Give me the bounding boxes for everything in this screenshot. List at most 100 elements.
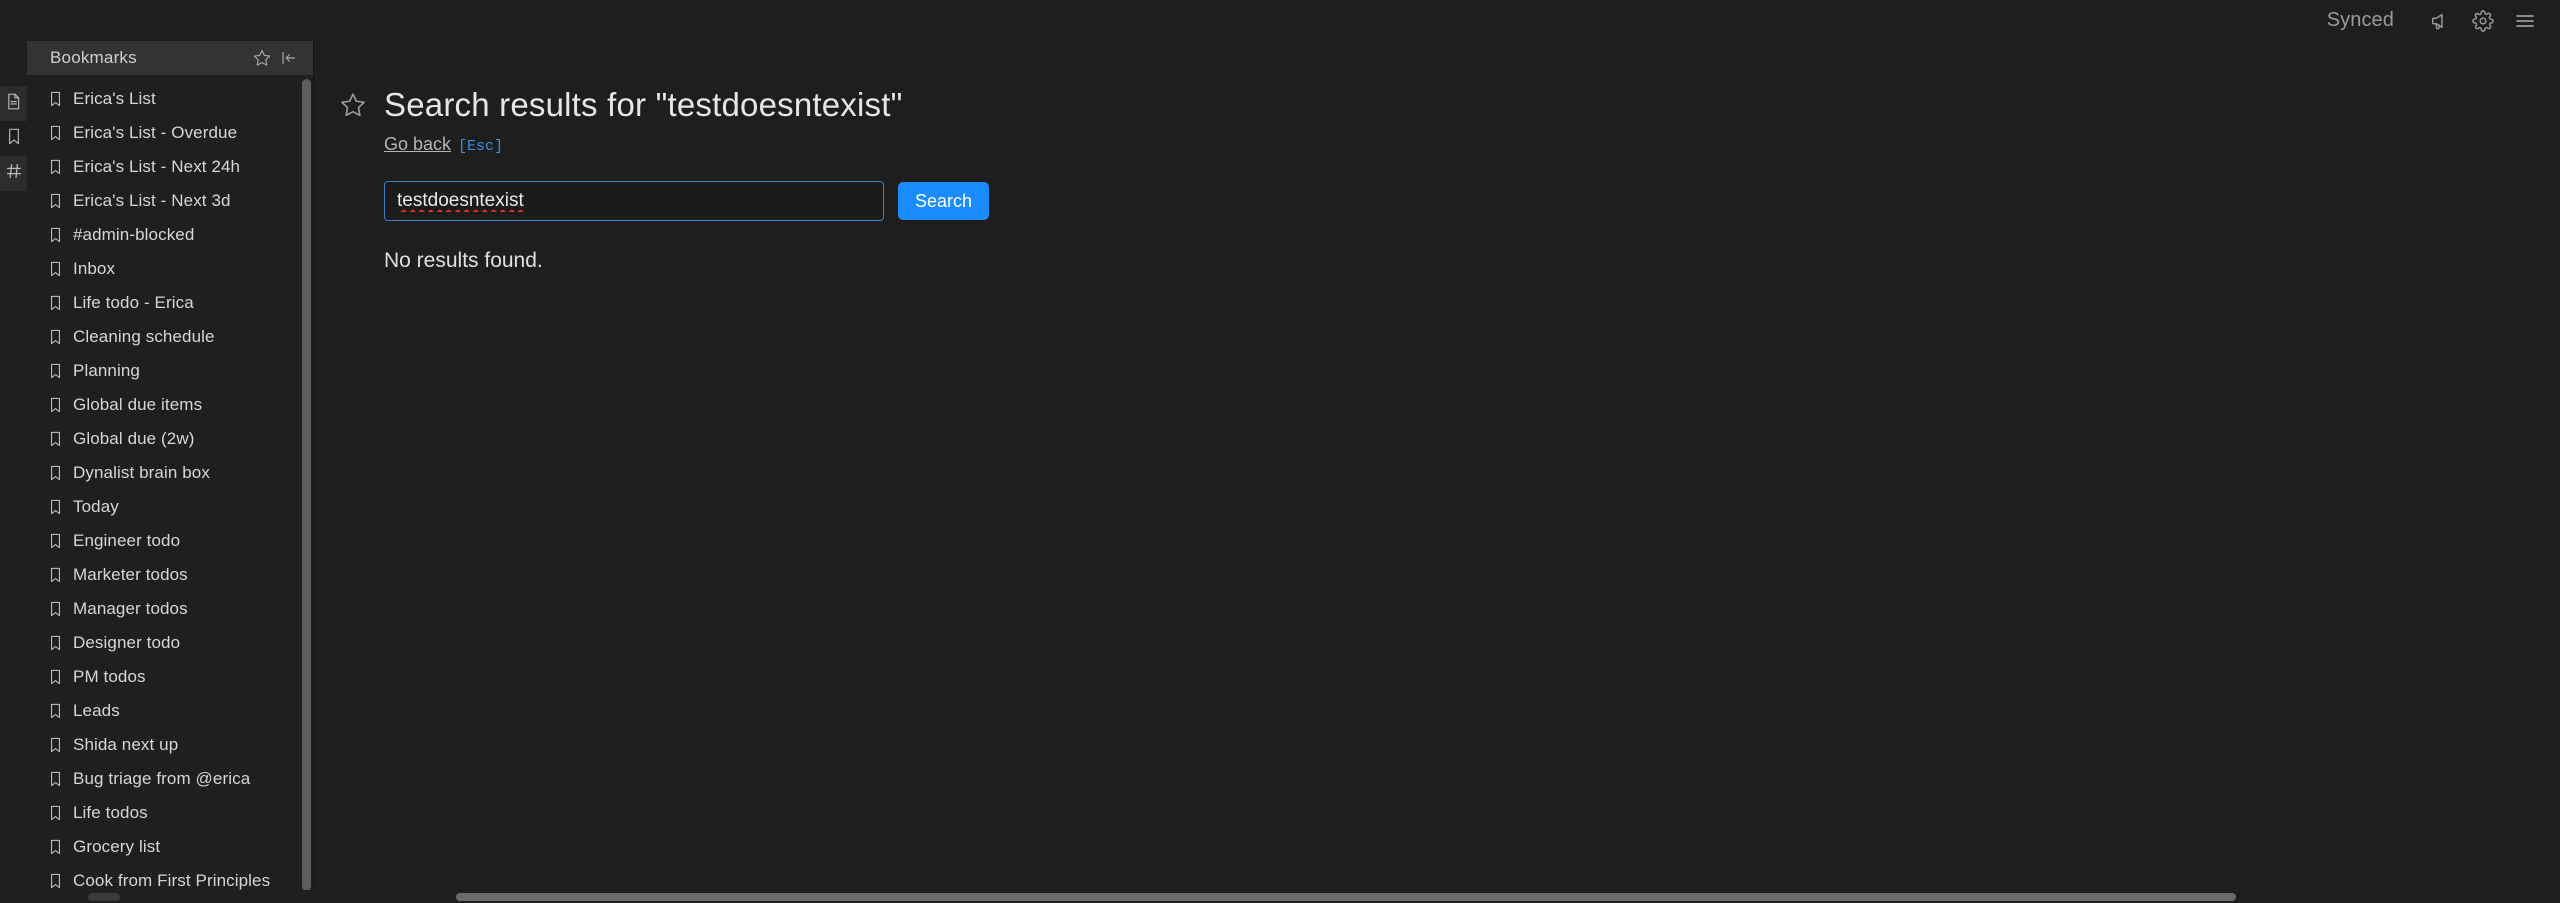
- bookmark-icon: [7, 128, 21, 150]
- bookmark-icon: [45, 91, 65, 107]
- bookmark-icon: [45, 193, 65, 209]
- sidebar-vertical-scrollbar-thumb[interactable]: [302, 79, 311, 891]
- bookmark-icon: [45, 669, 65, 685]
- bookmark-item-label: Bug triage from @erica: [73, 769, 251, 788]
- bookmark-list-item[interactable]: Engineer todo: [27, 524, 299, 558]
- bookmark-icon: [45, 737, 65, 753]
- bookmark-icon: [45, 533, 65, 549]
- bookmark-item-label: Leads: [73, 701, 120, 720]
- page-title-row: Search results for "testdoesntexist": [338, 86, 2560, 124]
- bookmark-item-label: Marketer todos: [73, 565, 188, 584]
- bookmark-item-label: Life todos: [73, 803, 148, 822]
- star-icon[interactable]: [338, 90, 368, 120]
- search-input[interactable]: [384, 181, 884, 221]
- bookmark-icon: [45, 635, 65, 651]
- bookmark-list-item[interactable]: Leads: [27, 694, 299, 728]
- main-content: Search results for "testdoesntexist" Go …: [314, 41, 2560, 903]
- bookmark-list-item[interactable]: Shida next up: [27, 728, 299, 762]
- star-icon[interactable]: [249, 45, 275, 71]
- search-button[interactable]: Search: [898, 182, 990, 220]
- rail-bookmark-icon-button[interactable]: [0, 121, 27, 156]
- bookmark-list-item[interactable]: Erica's List - Overdue: [27, 116, 299, 150]
- bookmark-list-item[interactable]: Grocery list: [27, 830, 299, 864]
- bookmark-item-label: Erica's List - Next 24h: [73, 157, 241, 176]
- bookmark-list-item[interactable]: Planning: [27, 354, 299, 388]
- hash-tag-icon: [6, 163, 22, 184]
- sidebar-vertical-scrollbar-track[interactable]: [299, 75, 313, 903]
- bookmark-item-label: Erica's List - Next 3d: [73, 191, 231, 210]
- hamburger-menu-icon[interactable]: [2508, 4, 2542, 38]
- bookmarks-sidebar: Bookmarks Erica's List Erica's List - Ove…: [27, 41, 314, 903]
- bookmark-list-item[interactable]: Life todos: [27, 796, 299, 830]
- bookmark-icon: [45, 771, 65, 787]
- rail-document-icon-button[interactable]: [0, 86, 27, 121]
- bookmark-icon: [45, 567, 65, 583]
- bookmark-list-item[interactable]: Cleaning schedule: [27, 320, 299, 354]
- bookmark-item-label: Manager todos: [73, 599, 188, 618]
- bookmark-icon: [45, 329, 65, 345]
- bookmark-icon: [45, 839, 65, 855]
- page-title: Search results for "testdoesntexist": [384, 86, 903, 123]
- bookmark-list-item[interactable]: #admin-blocked: [27, 218, 299, 252]
- bookmark-item-label: Global due (2w): [73, 429, 195, 448]
- go-back-link[interactable]: Go back: [384, 134, 451, 155]
- bookmark-icon: [45, 465, 65, 481]
- bookmark-item-label: Shida next up: [73, 735, 179, 754]
- sidebar-horizontal-scrollbar-thumb[interactable]: [88, 893, 120, 901]
- bookmark-icon: [45, 431, 65, 447]
- bookmark-icon: [45, 397, 65, 413]
- bookmark-list-item[interactable]: Marketer todos: [27, 558, 299, 592]
- sidebar-title: Bookmarks: [50, 48, 137, 67]
- main-horizontal-scrollbar-thumb[interactable]: [456, 893, 2236, 901]
- bookmark-list-item[interactable]: Erica's List: [27, 82, 299, 116]
- bookmark-icon: [45, 227, 65, 243]
- bookmark-item-label: Dynalist brain box: [73, 463, 210, 482]
- top-bar: Synced: [0, 0, 2560, 41]
- sidebar-horizontal-scrollbar-track[interactable]: [27, 890, 314, 903]
- gear-icon[interactable]: [2466, 4, 2500, 38]
- bookmark-list-item[interactable]: Bug triage from @erica: [27, 762, 299, 796]
- bookmark-list-item[interactable]: Today: [27, 490, 299, 524]
- empty-state-message: No results found.: [384, 249, 543, 272]
- bookmark-list-item[interactable]: Global due items: [27, 388, 299, 422]
- bookmark-item-label: Global due items: [73, 395, 203, 414]
- sidebar-body: Erica's List Erica's List - Overdue Erica'…: [27, 75, 313, 903]
- document-icon: [6, 93, 21, 115]
- bookmark-item-label: Erica's List - Overdue: [73, 123, 238, 142]
- rail-hashtag-icon-button[interactable]: [0, 156, 27, 191]
- bookmark-item-label: Planning: [73, 361, 140, 380]
- bookmark-list-item[interactable]: Dynalist brain box: [27, 456, 299, 490]
- sync-status-label: Synced: [2326, 9, 2394, 31]
- bookmark-icon: [45, 125, 65, 141]
- bookmark-icon: [45, 159, 65, 175]
- bookmark-list-item[interactable]: Life todo - Erica: [27, 286, 299, 320]
- bookmark-item-label: Engineer todo: [73, 531, 181, 550]
- search-row: Search: [338, 181, 2560, 221]
- bookmark-icon: [45, 873, 65, 889]
- bookmark-item-label: Grocery list: [73, 837, 161, 856]
- bookmark-list-item[interactable]: Inbox: [27, 252, 299, 286]
- bookmark-list-item[interactable]: Manager todos: [27, 592, 299, 626]
- megaphone-icon[interactable]: [2424, 4, 2458, 38]
- bookmark-icon: [45, 261, 65, 277]
- collapse-panel-icon[interactable]: [275, 45, 301, 71]
- bookmark-icon: [45, 363, 65, 379]
- bookmark-list-item[interactable]: Designer todo: [27, 626, 299, 660]
- bookmark-list-item[interactable]: Erica's List - Next 3d: [27, 184, 299, 218]
- left-icon-rail: [0, 41, 27, 903]
- go-back-row: Go back [Esc]: [338, 134, 2560, 155]
- bookmark-item-label: Erica's List: [73, 89, 156, 108]
- bookmark-list-item[interactable]: Global due (2w): [27, 422, 299, 456]
- bookmark-icon: [45, 295, 65, 311]
- bookmark-icon: [45, 703, 65, 719]
- bookmark-item-label: Today: [73, 497, 119, 516]
- sidebar-header: Bookmarks: [27, 41, 313, 75]
- bookmark-item-label: Cook from First Principles: [73, 871, 271, 890]
- bookmark-list-item[interactable]: Erica's List - Next 24h: [27, 150, 299, 184]
- main-horizontal-scrollbar-track[interactable]: [314, 890, 2560, 903]
- bookmark-icon: [45, 805, 65, 821]
- go-back-shortcut-hint: [Esc]: [458, 138, 504, 155]
- bookmark-list-item[interactable]: PM todos: [27, 660, 299, 694]
- bookmark-icon: [45, 601, 65, 617]
- bookmark-item-label: Designer todo: [73, 633, 181, 652]
